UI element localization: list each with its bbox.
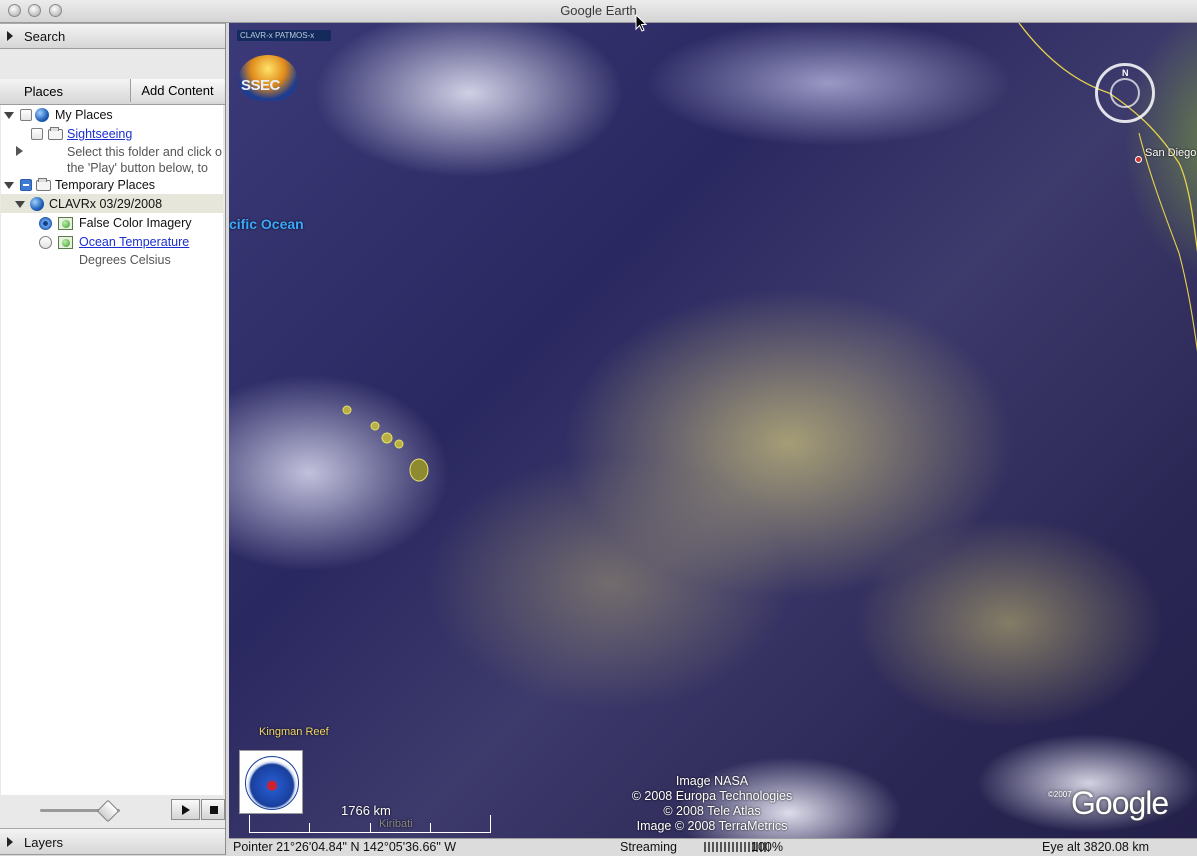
network-link-icon	[58, 217, 73, 230]
layers-panel-label: Layers	[24, 835, 64, 850]
status-bar: Pointer 21°26'04.84" N 142°05'36.66" W S…	[229, 838, 1197, 856]
clavrx-label: CLAVRx 03/29/2008	[49, 197, 163, 211]
tree-item-clavrx[interactable]: CLAVRx 03/29/2008	[1, 196, 221, 214]
google-logo: ©2007 Google	[1048, 785, 1169, 822]
earth-map-view[interactable]: CLAVR-x PATMOS-x SSEC cific Ocean San Di…	[229, 23, 1197, 838]
add-content-button[interactable]: Add Content	[130, 79, 224, 102]
search-panel-label: Search	[24, 29, 66, 44]
folder-icon	[48, 127, 63, 140]
ocean-temperature-link[interactable]: Ocean Temperature	[79, 235, 189, 249]
scale-tick	[309, 823, 310, 833]
navigation-compass[interactable]: N	[1095, 63, 1155, 123]
expand-description-triangle-icon[interactable]	[16, 146, 23, 156]
sightseeing-link[interactable]: Sightseeing	[67, 127, 132, 141]
globe-icon	[30, 197, 44, 211]
credit-line: © 2008 Tele Atlas	[663, 804, 761, 818]
ssec-logo: SSEC	[239, 55, 297, 101]
play-tour-button[interactable]	[171, 799, 200, 820]
tree-item-temporary-places[interactable]: Temporary Places	[1, 177, 221, 195]
sidebar: Search Places Add Content My Places Sigh…	[0, 23, 226, 855]
google-logo-text: Google	[1071, 785, 1169, 821]
temporary-places-label: Temporary Places	[55, 178, 156, 192]
tree-item-my-places[interactable]: My Places	[1, 107, 221, 125]
folder-icon	[36, 178, 51, 191]
credit-line: Image NASA	[675, 774, 749, 788]
expand-triangle-icon	[7, 837, 13, 847]
ocean-label: cific Ocean	[229, 216, 304, 232]
ssec-overlay-logo: CLAVR-x PATMOS-x SSEC	[237, 30, 331, 101]
ssec-logo-text: SSEC	[241, 77, 280, 94]
eye-altitude: Eye alt 3820.08 km	[1042, 840, 1150, 854]
streaming-percent: 100%	[751, 840, 783, 854]
streaming-label: Streaming	[620, 840, 677, 854]
city-marker-icon[interactable]	[1135, 156, 1142, 163]
credit-line: Image © 2008 TerraMetrics	[636, 819, 788, 833]
credit-line: © 2008 Europa Technologies	[631, 789, 793, 803]
false-color-label: False Color Imagery	[79, 216, 192, 230]
tree-item-false-color[interactable]: False Color Imagery	[1, 215, 221, 233]
places-panel-header: Places Add Content	[0, 79, 225, 105]
noaa-logo	[239, 750, 303, 814]
pointer-coordinates: Pointer 21°26'04.84" N 142°05'36.66" W	[233, 840, 457, 854]
layers-panel-header[interactable]: Layers	[0, 828, 225, 855]
search-panel-header[interactable]: Search	[0, 23, 225, 49]
clavr-banner: CLAVR-x PATMOS-x	[237, 30, 331, 41]
window-title: Google Earth	[560, 3, 637, 18]
temporary-places-checkbox[interactable]	[20, 179, 32, 191]
places-tab-label: Places	[24, 84, 64, 99]
imagery-credits: Image NASA © 2008 Europa Technologies © …	[597, 774, 827, 834]
places-tree: My Places Sightseeing Select this folder…	[1, 105, 223, 817]
tour-controls	[0, 795, 225, 825]
hawaii-islands	[342, 405, 429, 482]
collapse-triangle-icon[interactable]	[4, 182, 14, 189]
tour-speed-slider-thumb[interactable]	[96, 799, 120, 823]
ocean-temperature-description: Degrees Celsius	[79, 253, 171, 267]
google-copyright-year: ©2007	[1048, 790, 1072, 799]
scale-tick	[430, 823, 431, 833]
city-label[interactable]: San Diego	[1145, 147, 1196, 159]
false-color-radio[interactable]	[39, 217, 52, 230]
kingman-reef-label: Kingman Reef	[259, 726, 329, 738]
stop-tour-button[interactable]	[201, 799, 225, 820]
collapse-triangle-icon[interactable]	[4, 112, 14, 119]
mouse-cursor-icon	[635, 14, 647, 32]
globe-icon	[35, 108, 49, 122]
tree-item-ocean-temperature[interactable]: Ocean Temperature	[1, 234, 221, 252]
north-indicator-icon: N	[1122, 68, 1129, 78]
my-places-checkbox[interactable]	[20, 109, 32, 121]
expand-triangle-icon	[7, 31, 13, 41]
scale-tick	[370, 823, 371, 833]
places-tab[interactable]: Places	[0, 79, 128, 103]
my-places-label: My Places	[55, 108, 113, 122]
ocean-temperature-radio[interactable]	[39, 236, 52, 249]
network-link-icon	[58, 236, 73, 249]
coastline-lines	[1018, 23, 1197, 352]
title-bar: Google Earth	[0, 0, 1197, 23]
sightseeing-checkbox[interactable]	[31, 128, 43, 140]
collapse-triangle-icon[interactable]	[15, 201, 25, 208]
tree-item-sightseeing[interactable]: Sightseeing	[1, 126, 221, 144]
